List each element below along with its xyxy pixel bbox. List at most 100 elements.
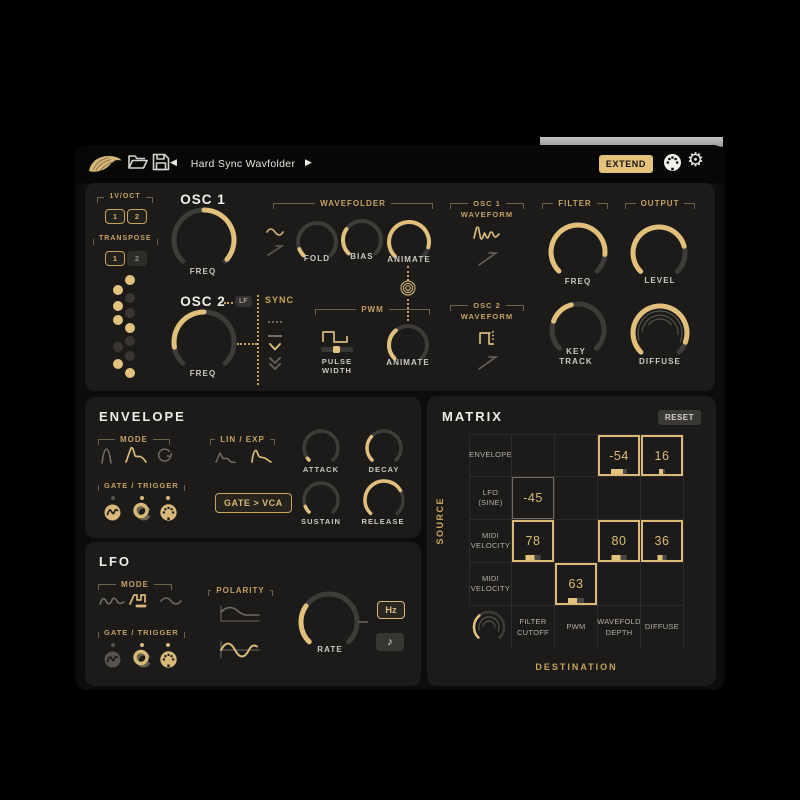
- matrix-cell[interactable]: [512, 434, 555, 477]
- osc2-waveform-section-label: OSC 2: [450, 301, 524, 311]
- level-knob[interactable]: [628, 222, 690, 284]
- env-gate-midi-icon[interactable]: [159, 503, 178, 522]
- env-mode-pluck-icon[interactable]: [100, 447, 116, 465]
- matrix-cell[interactable]: [598, 477, 641, 520]
- env-lin-icon[interactable]: [215, 450, 237, 464]
- osc1-ramp-icon[interactable]: [477, 249, 501, 267]
- matrix-cell-env-diffuse[interactable]: 16: [641, 434, 684, 477]
- voct-button-2[interactable]: 2: [127, 209, 147, 224]
- env-mode-loop-icon[interactable]: [156, 447, 173, 464]
- extend-button[interactable]: EXTEND: [599, 155, 653, 173]
- lfo-gate-loop-icon[interactable]: [131, 648, 153, 670]
- wavefolder-animate-label: ANIMATE: [379, 255, 439, 264]
- reset-button[interactable]: RESET: [658, 410, 701, 425]
- lfo-gate-midi-icon[interactable]: [159, 650, 178, 669]
- polarity-unipolar-icon[interactable]: [218, 602, 262, 625]
- matrix-cell-vel1-diffuse[interactable]: 36: [641, 520, 684, 563]
- lfo-gate-midi-dot: [166, 643, 170, 647]
- sine-wave-icon[interactable]: [266, 225, 284, 239]
- sync-link-line: [257, 295, 259, 385]
- sustain-knob[interactable]: [299, 478, 343, 522]
- decay-knob[interactable]: [362, 426, 406, 470]
- matrix-cell[interactable]: [641, 563, 684, 606]
- key-dot[interactable]: [125, 368, 135, 378]
- pulse-dotted-icon[interactable]: [477, 328, 501, 347]
- matrix-cell[interactable]: [641, 477, 684, 520]
- key-dot[interactable]: [125, 351, 135, 361]
- key-dot[interactable]: [125, 293, 135, 303]
- osc2-lf-link: [224, 302, 233, 304]
- key-dot[interactable]: [125, 308, 135, 318]
- open-preset-button[interactable]: [126, 151, 148, 173]
- attack-knob[interactable]: [299, 426, 343, 470]
- rate-label: RATE: [300, 645, 360, 654]
- key-dot[interactable]: [125, 275, 135, 285]
- transpose-button-2[interactable]: 2: [127, 251, 147, 266]
- save-preset-button[interactable]: [151, 152, 171, 172]
- env-gate-midi-dot: [166, 496, 170, 500]
- pulse-width-handle[interactable]: [333, 346, 340, 353]
- matrix-cell[interactable]: [598, 563, 641, 606]
- gate-vca-button[interactable]: GATE > VCA: [215, 493, 292, 513]
- folded-wave-icon[interactable]: [473, 224, 501, 242]
- matrix-cell-env-wavefold[interactable]: -54: [598, 434, 641, 477]
- lfo-mode-stepped-random-icon[interactable]: [129, 590, 155, 610]
- filter-freq-knob[interactable]: [546, 220, 610, 284]
- key-dot[interactable]: [113, 315, 123, 325]
- lfo-gate-audio-icon[interactable]: [103, 650, 122, 669]
- matrix-cell-vel1-wavefold[interactable]: 80: [598, 520, 641, 563]
- key-dot[interactable]: [113, 301, 123, 311]
- env-gate-loop-dot: [140, 496, 144, 500]
- lfo-polarity-section-label: POLARITY: [208, 586, 273, 596]
- polarity-bipolar-icon[interactable]: [218, 637, 262, 664]
- voct-button-1[interactable]: 1: [105, 209, 125, 224]
- env-mode-adsr-icon[interactable]: [125, 445, 151, 465]
- key-dot[interactable]: [113, 342, 123, 352]
- midi-din-icon[interactable]: [663, 153, 682, 172]
- concentric-circles-icon[interactable]: [399, 279, 417, 297]
- osc2-freq-knob[interactable]: [169, 307, 239, 377]
- osc2-ramp-icon[interactable]: [477, 353, 501, 371]
- matrix-cell[interactable]: [555, 520, 598, 563]
- ramp-wave-icon[interactable]: [266, 243, 284, 257]
- note-sync-button[interactable]: ♪: [376, 633, 404, 651]
- diffuse-knob[interactable]: [628, 301, 692, 365]
- attack-label: ATTACK: [291, 465, 351, 474]
- env-gate-loop-icon[interactable]: [131, 501, 153, 523]
- sync-option-soft-chevron[interactable]: [268, 342, 282, 352]
- env-exp-icon[interactable]: [251, 447, 275, 464]
- matrix-cell-lfo-cutoff[interactable]: -45: [512, 477, 555, 520]
- level-label: LEVEL: [630, 276, 690, 285]
- matrix-cell-vel2-pwm[interactable]: 63: [555, 563, 598, 606]
- matrix-cell[interactable]: [555, 434, 598, 477]
- key-dot[interactable]: [113, 285, 123, 295]
- transpose-button-1[interactable]: 1: [105, 251, 125, 266]
- settings-gear-icon[interactable]: ⚙: [687, 149, 704, 172]
- matrix-col-label-pwm: PWM: [555, 606, 598, 649]
- lfo-mode-sine-icon[interactable]: [160, 594, 184, 608]
- preset-title: Hard Sync Wavfolder: [187, 158, 299, 170]
- lfo-gate-audio-dot: [111, 643, 115, 647]
- sync-option-hard-double-chevron[interactable]: [268, 356, 282, 371]
- source-axis-label: SOURCE: [435, 476, 445, 566]
- transpose-section-label: TRANSPOSE: [93, 235, 157, 245]
- sync-option-line[interactable]: [268, 335, 282, 337]
- env-gate-audio-icon[interactable]: [103, 503, 122, 522]
- lf-toggle-button[interactable]: LF: [235, 296, 252, 307]
- key-dot[interactable]: [113, 359, 123, 369]
- osc2-freq-label: FREQ: [173, 369, 233, 378]
- osc1-waveform-section-label: OSC 1: [450, 199, 524, 209]
- key-dot[interactable]: [125, 323, 135, 333]
- matrix-cell[interactable]: [555, 477, 598, 520]
- matrix-cell[interactable]: [512, 563, 555, 606]
- pulse-width-slider[interactable]: [321, 347, 353, 352]
- osc1-freq-knob[interactable]: [169, 205, 239, 275]
- lfo-mode-smooth-random-icon[interactable]: [99, 593, 125, 609]
- next-preset-button[interactable]: ▶: [305, 157, 312, 168]
- prev-preset-button[interactable]: ◀: [170, 157, 177, 168]
- sync-option-off[interactable]: [268, 321, 282, 323]
- key-dot[interactable]: [125, 336, 135, 346]
- hz-button[interactable]: Hz: [377, 601, 405, 619]
- matrix-cell-vel1-cutoff[interactable]: 78: [512, 520, 555, 563]
- matrix-col-label-diffuse: DIFFUSE: [641, 606, 684, 649]
